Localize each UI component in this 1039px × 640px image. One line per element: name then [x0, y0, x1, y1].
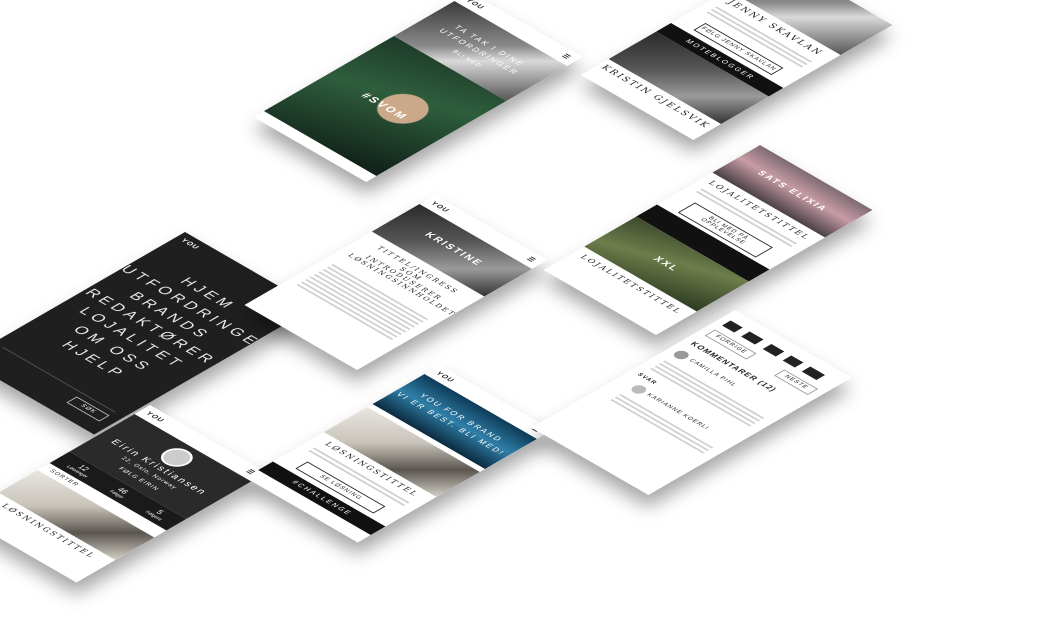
stat-following[interactable]: 46 Følger: [107, 485, 133, 499]
screen-article: YOU ☰ KRISTINE TITTEL/INGRESS SOM INTROD…: [244, 195, 548, 370]
screen-challenge-feed: YOU ☰ TA TAK I DINE UTFORDRINGER BLI MED…: [253, 0, 583, 182]
card-hashtag: #SVOM: [358, 91, 411, 122]
screen-profile: YOU ☰ Eirin Kristiansen 22, Oslo, Norway…: [0, 405, 267, 583]
menu-icon[interactable]: ☰: [560, 53, 573, 60]
search-icon[interactable]: ⚲: [0, 351, 3, 360]
screen-challenge-detail: YOU ☰ YOU FOR BRAND VI ER BEST. BLI MED!…: [245, 365, 553, 543]
screen-editors: JENNY SKAVLAN FØLG JENNY SKAVLAN MOTEBLO…: [580, 0, 893, 140]
loyalty-hero-1: SATS ELIXIA: [712, 145, 873, 238]
screen-menu: YOU × HJEM UTFORDRINGER BRANDS REDAKTØRE…: [0, 232, 315, 435]
screen-loyalty: SATS ELIXIA LOJALITETSTITTEL BLI MED PÅ …: [543, 145, 873, 335]
screen-comments: FORRIGE NESTE KOMMENTARER (12) CAMILLA P…: [531, 310, 852, 495]
search-button[interactable]: SØK: [66, 396, 110, 422]
showcase-scene: YOU ☰ TA TAK I DINE UTFORDRINGER BLI MED…: [0, 0, 1039, 640]
brand-logo[interactable]: YOU: [179, 238, 201, 251]
menu-icon[interactable]: ☰: [525, 256, 538, 263]
